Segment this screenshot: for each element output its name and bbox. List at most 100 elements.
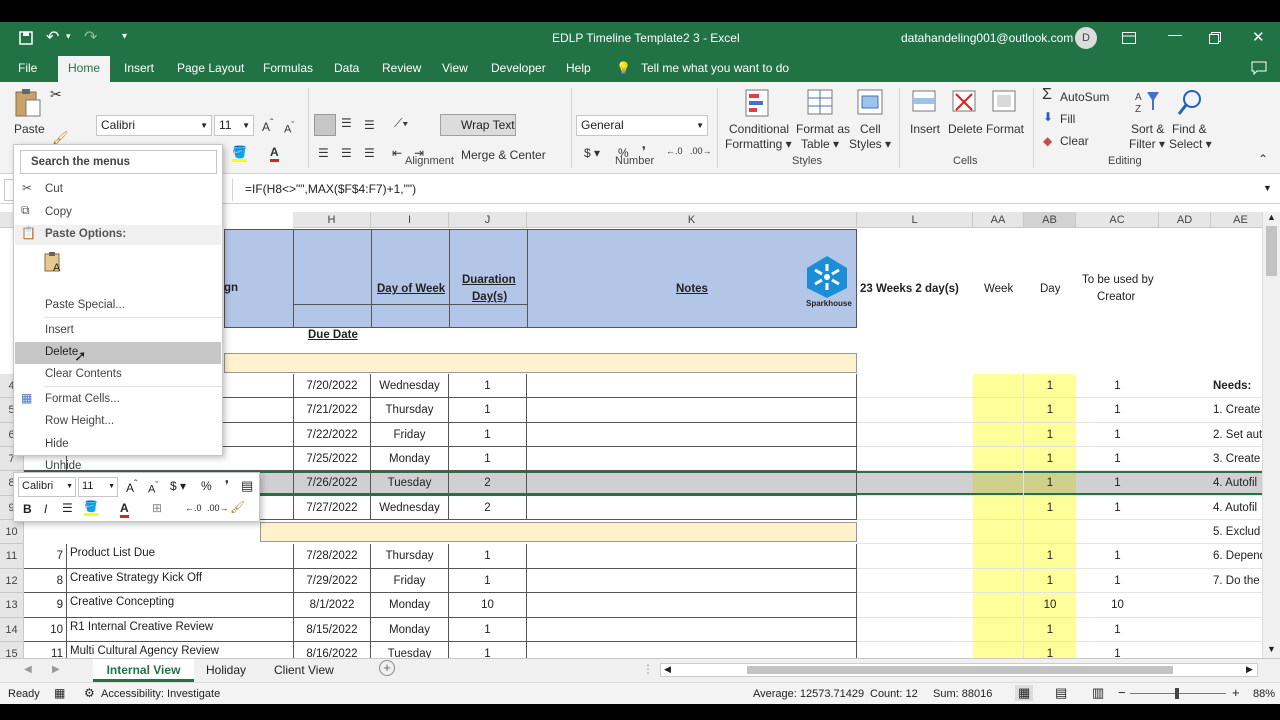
format-as-table-label-2[interactable]: Table ▾ [801, 137, 839, 151]
shrink-font-icon[interactable]: Aˇ [284, 120, 294, 136]
row-number[interactable]: 13 [0, 593, 24, 618]
notes-cell[interactable] [527, 593, 857, 618]
mini-increase-decimal-icon[interactable]: ←.0 [185, 503, 202, 513]
fill-color-icon[interactable]: 🪣 [232, 145, 247, 162]
needs-cell[interactable]: 4. Autofil [1211, 496, 1262, 520]
tab-developer[interactable]: Developer [491, 61, 546, 75]
cut-icon[interactable]: ✂ [50, 86, 62, 103]
creator-cell[interactable] [1076, 520, 1159, 544]
creator-cell[interactable]: 1 [1076, 374, 1159, 398]
align-left-icon[interactable]: ☰ [318, 146, 329, 160]
column-header-ac[interactable]: AC [1076, 212, 1159, 228]
horizontal-scrollbar[interactable]: ◀ ▶ [660, 663, 1258, 677]
week-cell[interactable] [973, 496, 1024, 520]
col-l-cell[interactable] [857, 374, 973, 398]
font-size-combo[interactable]: 11 ▼ [214, 115, 254, 136]
vertical-scrollbar[interactable]: ▲ ▼ [1262, 212, 1280, 658]
creator-cell[interactable]: 1 [1076, 447, 1159, 471]
due-date-cell[interactable]: 7/28/2022 [293, 544, 371, 569]
clear-button[interactable]: Clear [1060, 134, 1089, 148]
week-cell[interactable] [973, 374, 1024, 398]
mini-shrink-font-icon[interactable]: Aˇ [148, 480, 158, 496]
conditional-formatting-label-2[interactable]: Formatting ▾ [725, 137, 792, 151]
needs-cell[interactable]: 1. Create [1211, 398, 1262, 423]
mini-currency-icon[interactable]: $ ▾ [170, 479, 186, 493]
task-index[interactable]: 8 [24, 569, 67, 593]
mini-comma-icon[interactable]: ❜ [225, 478, 229, 492]
zoom-in-icon[interactable]: + [1232, 685, 1240, 700]
format-as-table-icon[interactable] [806, 88, 834, 118]
sheet-tab-holiday[interactable]: Holiday [206, 663, 246, 677]
conditional-formatting-label-1[interactable]: Conditional [729, 122, 789, 136]
wrap-text-button[interactable]: Wrap Text [440, 114, 516, 136]
creator-cell[interactable]: 1 [1076, 398, 1159, 423]
week-cell[interactable] [973, 447, 1024, 471]
autosum-button[interactable]: AutoSum [1060, 90, 1109, 104]
format-cells-icon[interactable] [990, 88, 1018, 118]
day-of-week-cell[interactable]: Monday [371, 447, 449, 471]
col-l-cell[interactable] [857, 544, 973, 569]
menu-item-clear-contents[interactable]: Clear Contents [45, 368, 122, 380]
col-l-cell[interactable] [857, 471, 973, 496]
comments-icon[interactable] [1251, 61, 1267, 75]
undo-icon[interactable]: ↶ [46, 27, 59, 47]
col-l-cell[interactable] [857, 618, 973, 642]
week-cell[interactable] [973, 471, 1024, 496]
merge-center-button[interactable]: Merge & Center [461, 148, 546, 162]
scroll-thumb[interactable] [1266, 226, 1277, 276]
day-of-week-cell[interactable]: Thursday [371, 398, 449, 423]
needs-cell[interactable] [1211, 593, 1262, 618]
week-cell[interactable] [973, 544, 1024, 569]
due-date-cell[interactable]: 7/21/2022 [293, 398, 371, 423]
cell-styles-icon[interactable] [856, 88, 884, 118]
ribbon-display-icon[interactable] [1122, 32, 1136, 44]
needs-cell[interactable]: 3. Create [1211, 447, 1262, 471]
mini-grow-font-icon[interactable]: Aˆ [126, 479, 137, 495]
column-header-aa[interactable]: AA [973, 212, 1024, 228]
week-cell[interactable] [973, 520, 1024, 544]
task-index[interactable]: 9 [24, 593, 67, 618]
day-cell[interactable]: 1 [1024, 398, 1076, 423]
zoom-out-icon[interactable]: − [1118, 685, 1126, 700]
expand-formula-icon[interactable]: ▼ [1263, 183, 1272, 193]
sort-filter-label-1[interactable]: Sort & [1131, 122, 1164, 136]
center-icon[interactable]: ☰ [341, 146, 352, 160]
week-cell[interactable] [973, 423, 1024, 447]
tab-data[interactable]: Data [334, 61, 359, 75]
insert-cells-icon[interactable] [910, 88, 938, 118]
duration-cell[interactable]: 2 [449, 471, 527, 496]
tab-formulas[interactable]: Formulas [263, 61, 313, 75]
cell-styles-label-2[interactable]: Styles ▾ [849, 137, 891, 151]
row-number[interactable]: 14 [0, 618, 24, 642]
creator-cell[interactable]: 1 [1076, 423, 1159, 447]
sheet-tab-internal-view[interactable]: Internal View [93, 659, 194, 682]
day-cell[interactable]: 1 [1024, 374, 1076, 398]
creator-cell[interactable]: 1 [1076, 471, 1159, 496]
delete-cells-button[interactable]: Delete [948, 122, 983, 136]
day-cell[interactable]: 1 [1024, 544, 1076, 569]
tab-help[interactable]: Help [566, 61, 591, 75]
avatar[interactable]: D [1075, 27, 1097, 49]
due-date-cell[interactable]: 8/15/2022 [293, 618, 371, 642]
prev-sheet-icon[interactable]: ◀ [24, 664, 32, 675]
account-email[interactable]: datahandeling001@outlook.com [901, 31, 1073, 45]
paste-button[interactable]: Paste [14, 122, 45, 136]
delete-cells-icon[interactable] [950, 88, 978, 118]
task-name[interactable]: Creative Strategy Kick Off [67, 569, 293, 593]
mini-percent-icon[interactable]: % [201, 479, 212, 493]
col-l-cell[interactable] [857, 423, 973, 447]
day-of-week-cell[interactable]: Friday [371, 423, 449, 447]
duration-cell[interactable]: 1 [449, 618, 527, 642]
column-header-ae[interactable]: AE [1211, 212, 1262, 228]
col-ad-cell[interactable] [1159, 593, 1211, 618]
task-name[interactable]: Creative Concepting [67, 593, 293, 618]
scroll-down-icon[interactable]: ▼ [1267, 644, 1276, 654]
needs-cell[interactable]: 4. Autofil [1211, 471, 1262, 496]
fill-icon[interactable]: ⬇ [1043, 110, 1053, 124]
conditional-formatting-icon[interactable] [744, 88, 772, 118]
mini-font-combo[interactable]: Calibri ▼ [18, 477, 76, 497]
tab-review[interactable]: Review [382, 61, 421, 75]
col-ad-cell[interactable] [1159, 471, 1211, 496]
duration-cell[interactable]: 1 [449, 398, 527, 423]
duration-cell[interactable]: 1 [449, 569, 527, 593]
